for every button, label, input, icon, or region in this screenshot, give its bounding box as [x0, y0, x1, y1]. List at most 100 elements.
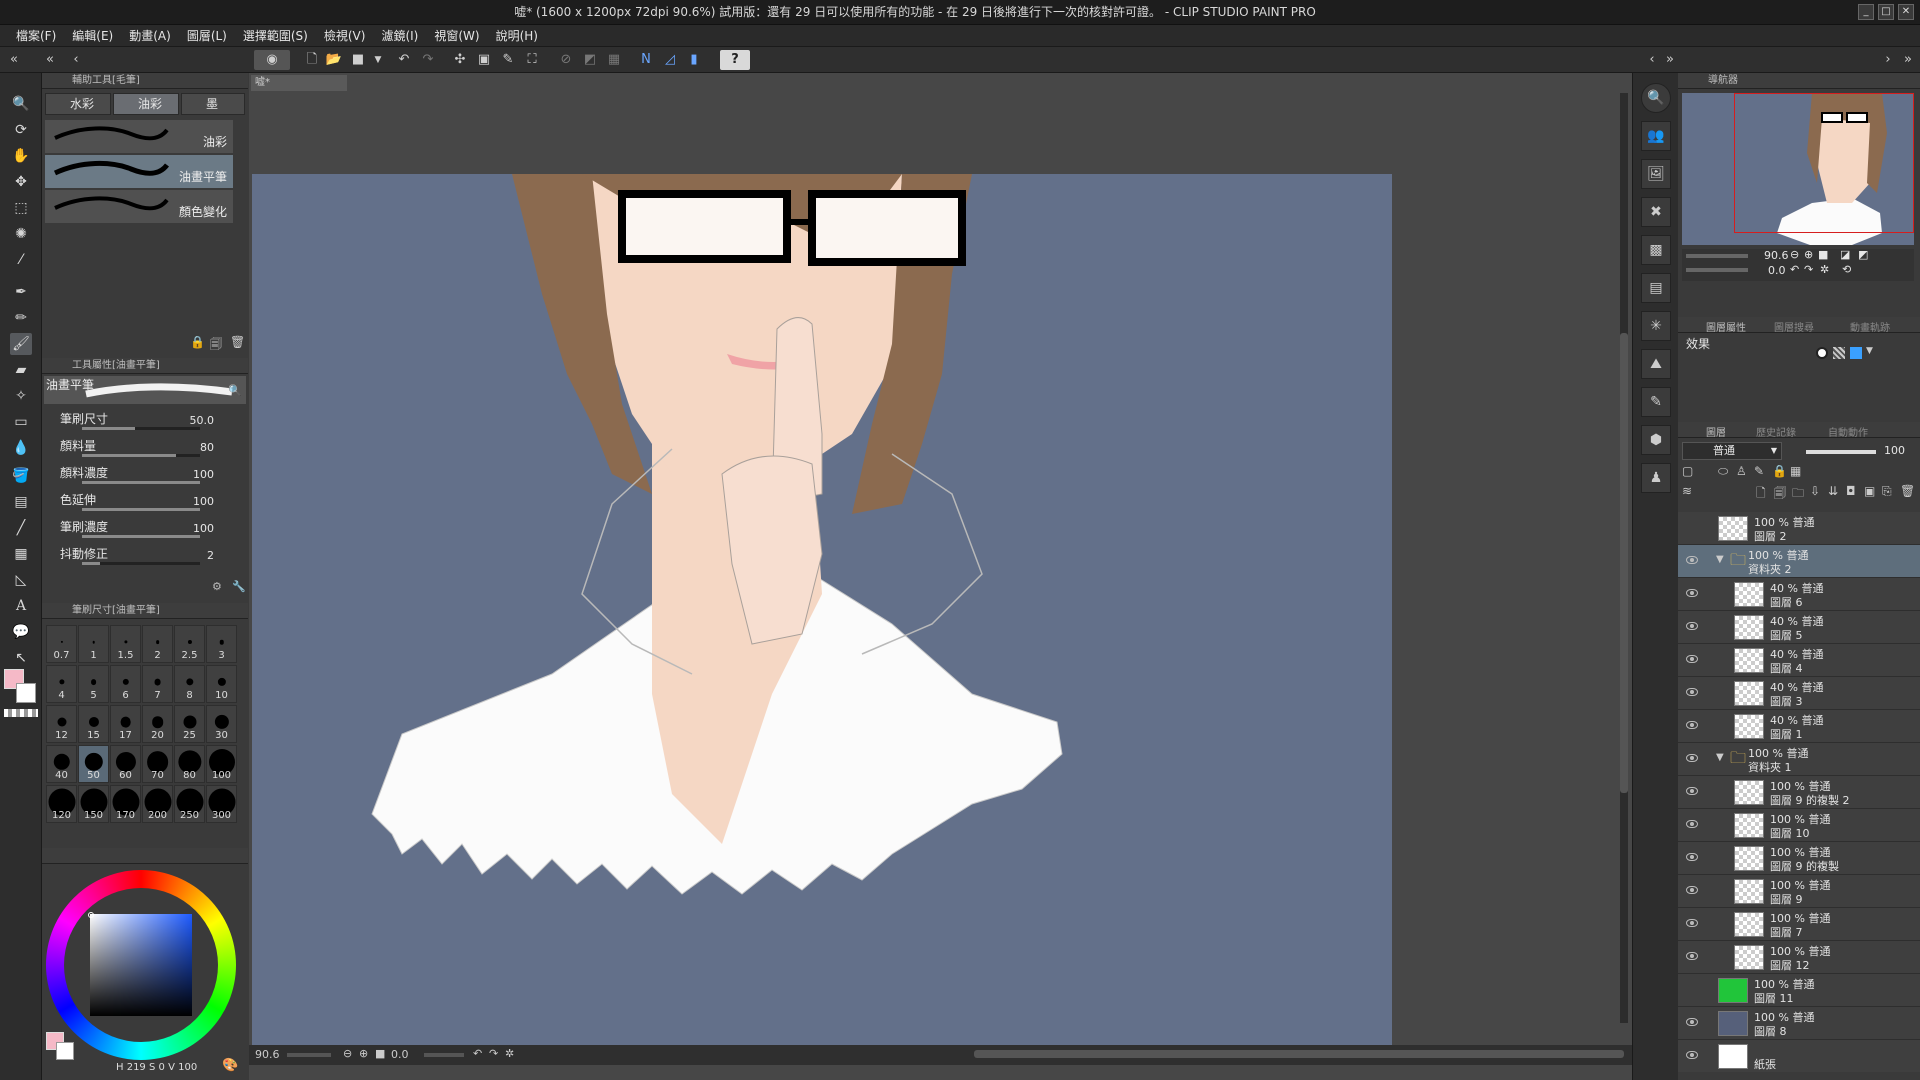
selection-tool-icon[interactable]: ⬚: [10, 197, 32, 219]
navigator-angle-value[interactable]: 0.0: [1768, 264, 1786, 277]
prop-paint-density[interactable]: 顏料濃度 100: [52, 464, 242, 490]
prop-brush-size[interactable]: 筆刷尺寸 50.0: [52, 410, 242, 436]
zoom-in-icon[interactable]: ⊕: [1804, 248, 1813, 261]
flip-vertical-icon[interactable]: ◩: [1858, 248, 1868, 261]
prop-value[interactable]: 100: [193, 495, 214, 508]
close-button[interactable]: ✕: [1898, 4, 1914, 20]
prop-slider[interactable]: [82, 535, 200, 538]
canvas-paper[interactable]: [252, 174, 1392, 1062]
brush-size-120[interactable]: 120: [46, 785, 77, 823]
document-tab[interactable]: 嘘*: [251, 75, 347, 91]
navigator-zoom-slider[interactable]: [1686, 254, 1748, 258]
material-pose-icon[interactable]: ♟: [1641, 463, 1671, 493]
layer-row[interactable]: 100 % 普通 圖層 11: [1678, 974, 1920, 1007]
transfer-down-icon[interactable]: ⇩: [1810, 484, 1820, 498]
material-photo-icon[interactable]: ⛰: [1641, 349, 1671, 379]
tab-animation-track[interactable]: 動畫軌跡: [1850, 319, 1890, 334]
prop-value[interactable]: 100: [193, 468, 214, 481]
brush-item-oil-flat[interactable]: 油畫平筆: [45, 155, 233, 189]
eye-icon[interactable]: [1686, 589, 1698, 597]
eye-icon[interactable]: [1686, 622, 1698, 630]
layer-color-icon[interactable]: ▢: [1682, 464, 1693, 478]
eye-icon[interactable]: [1686, 886, 1698, 894]
prop-value[interactable]: 2: [207, 549, 214, 562]
reference-icon[interactable]: ♙: [1736, 464, 1747, 478]
snap-grid-icon[interactable]: ▮: [684, 50, 704, 70]
border-effect-icon[interactable]: [1816, 347, 1828, 359]
navigator-view-frame[interactable]: [1734, 93, 1914, 233]
zoom-slider[interactable]: [287, 1053, 331, 1057]
clip-studio-icon[interactable]: ◉: [254, 50, 290, 70]
ruler-tool-icon[interactable]: ◺: [10, 569, 32, 591]
collapse-panel-icon[interactable]: «: [40, 50, 60, 70]
color-mode-icon[interactable]: 🎨: [222, 1058, 238, 1073]
help-icon[interactable]: ?: [720, 50, 750, 70]
lock-icon[interactable]: 🔒: [190, 335, 205, 349]
navigator-header[interactable]: 導航器: [1678, 73, 1920, 89]
menu-layer[interactable]: 圖層(L): [179, 25, 235, 46]
menu-help[interactable]: 說明(H): [488, 25, 546, 46]
brush-size-300[interactable]: 300: [206, 785, 237, 823]
chevron-right-icon[interactable]: ›: [1878, 50, 1898, 70]
prop-slider[interactable]: [82, 508, 200, 511]
figure-tool-icon[interactable]: ╱: [10, 517, 32, 539]
material-brush-icon[interactable]: ✎: [1641, 387, 1671, 417]
menu-animation[interactable]: 動畫(A): [121, 25, 179, 46]
search-icon[interactable]: 🔍: [1641, 83, 1671, 113]
eye-icon[interactable]: [1686, 655, 1698, 663]
menu-filter[interactable]: 濾鏡(I): [373, 25, 426, 46]
menu-view[interactable]: 檢視(V): [316, 25, 374, 46]
brush-size-5[interactable]: 5: [78, 665, 109, 703]
navigator-zoom-value[interactable]: 90.6: [1764, 249, 1789, 262]
deselect-icon[interactable]: ⊘: [556, 50, 576, 70]
layer-list-icon[interactable]: ≋: [1682, 484, 1692, 498]
wrench-icon[interactable]: 🔧: [232, 580, 246, 593]
reset-rotation-icon[interactable]: ✲: [1820, 263, 1829, 276]
material-3d-icon[interactable]: ⬢: [1641, 425, 1671, 455]
brush-size-25[interactable]: 25: [174, 705, 205, 743]
prop-color-stretch[interactable]: 色延伸 100: [52, 491, 242, 517]
tab-layer[interactable]: 圖層: [1706, 424, 1726, 439]
zoom-out-icon[interactable]: ⊖: [1790, 248, 1799, 261]
brush-size-100[interactable]: 100: [206, 745, 237, 783]
apply-mask-icon[interactable]: ▣: [1864, 484, 1875, 498]
clear-icon[interactable]: ✣: [450, 50, 470, 70]
layer-row[interactable]: 100 % 普通 圖層 9: [1678, 875, 1920, 908]
brush-size-6[interactable]: 6: [110, 665, 141, 703]
gradient-tool-icon[interactable]: ▤: [10, 491, 32, 513]
layer-row[interactable]: 40 % 普通 圖層 4: [1678, 644, 1920, 677]
material-image-icon[interactable]: 🖼: [1641, 159, 1671, 189]
airbrush-tool-icon[interactable]: ▰: [10, 359, 32, 381]
undo-icon[interactable]: ↶: [394, 50, 414, 70]
new-file-icon[interactable]: 🗋: [302, 50, 322, 70]
prop-slider[interactable]: [82, 562, 200, 565]
eye-icon[interactable]: [1686, 853, 1698, 861]
rotate-left-icon[interactable]: ↶: [1790, 263, 1799, 276]
layer-row[interactable]: 40 % 普通 圖層 3: [1678, 677, 1920, 710]
tab-oil-paint[interactable]: 油彩: [113, 93, 179, 115]
eye-icon[interactable]: [1686, 721, 1698, 729]
prop-value[interactable]: 80: [200, 441, 214, 454]
layer-row[interactable]: 40 % 普通 圖層 5: [1678, 611, 1920, 644]
brush-size-8[interactable]: 8: [174, 665, 205, 703]
minimize-button[interactable]: _: [1858, 4, 1874, 20]
selection-icon[interactable]: ▦: [604, 50, 624, 70]
brush-size-200[interactable]: 200: [142, 785, 173, 823]
canvas-area[interactable]: 嘘* 90.6 ⊖ ⊕ ■ 0.0 ↶ ↷ ✲: [249, 73, 1632, 1080]
eye-icon[interactable]: [1686, 556, 1698, 564]
layer-row[interactable]: 40 % 普通 圖層 6: [1678, 578, 1920, 611]
material-frame-icon[interactable]: ▤: [1641, 273, 1671, 303]
brush-size-1[interactable]: 1: [78, 625, 109, 663]
vertical-scroll-thumb[interactable]: [1620, 333, 1628, 793]
brush-size-15[interactable]: 15: [78, 705, 109, 743]
sub-color-chip[interactable]: [56, 1042, 74, 1060]
eraser-tool-icon[interactable]: ▭: [10, 411, 32, 433]
tab-layer-search[interactable]: 圖層搜尋: [1774, 319, 1814, 334]
fit-screen-icon[interactable]: ■: [375, 1047, 385, 1060]
merge-down-icon[interactable]: ⇊: [1828, 484, 1838, 498]
material-effect-icon[interactable]: ✳: [1641, 311, 1671, 341]
layer-row[interactable]: 100 % 普通 圖層 8: [1678, 1007, 1920, 1040]
auto-select-tool-icon[interactable]: ✺: [10, 223, 32, 245]
brush-size-17[interactable]: 17: [110, 705, 141, 743]
hand-tool-icon[interactable]: ✋: [10, 145, 32, 167]
